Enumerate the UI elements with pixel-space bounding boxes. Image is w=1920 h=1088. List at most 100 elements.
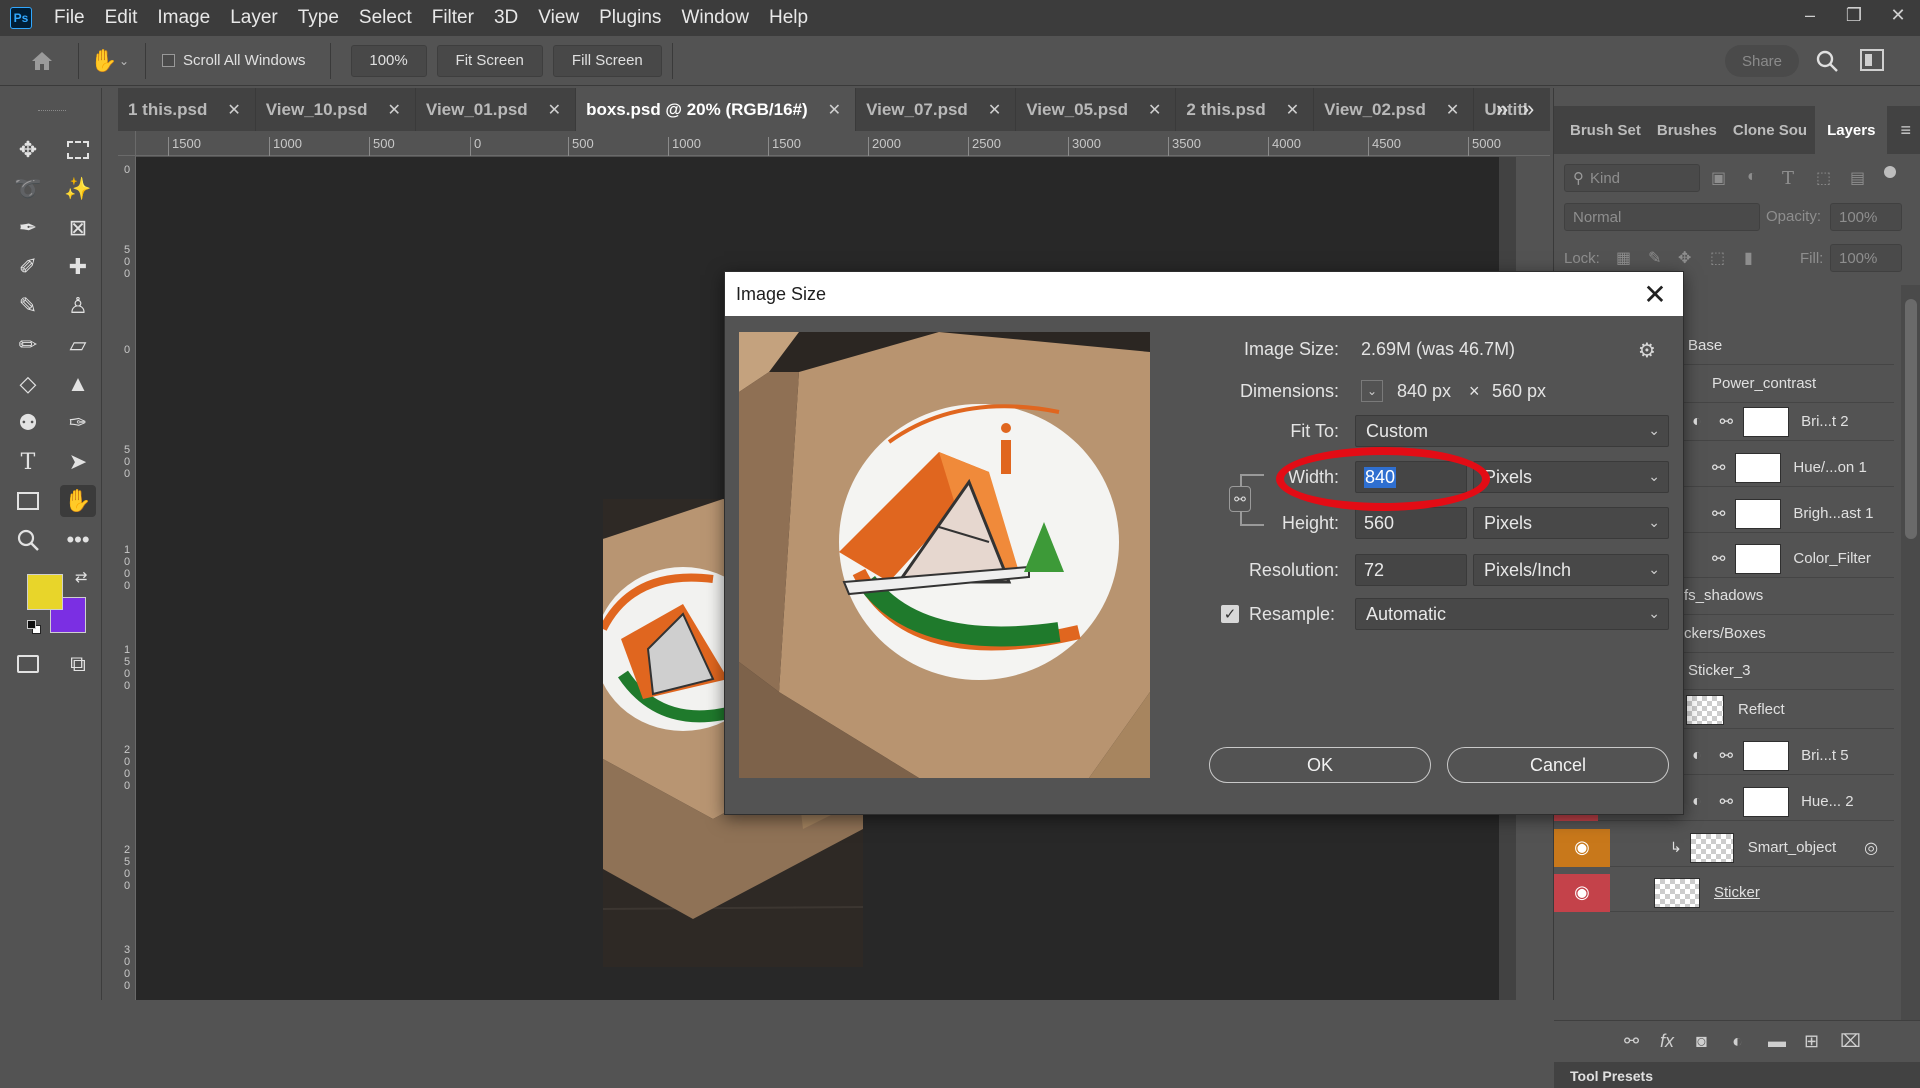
dialog-title-bar[interactable]: Image Size [725,272,1683,316]
image-preview[interactable] [739,332,1150,778]
magic-wand-tool-icon[interactable]: ✨ [60,173,96,205]
menu-plugins[interactable]: Plugins [589,0,671,36]
close-tab-icon[interactable]: ✕ [227,100,240,120]
tab-clone-source[interactable]: Clone Sou [1725,106,1815,154]
close-window-icon[interactable]: ✕ [1876,0,1920,30]
fill-input[interactable]: 100% [1830,244,1902,272]
menu-window[interactable]: Window [671,0,759,36]
more-tabs-icon[interactable]: » [1522,96,1534,122]
resolution-input[interactable]: 72 [1355,554,1467,586]
cancel-button[interactable]: Cancel [1447,747,1669,783]
constrain-proportions-link-icon[interactable]: ⚯ [1229,486,1251,512]
quick-mask-icon[interactable] [10,648,46,680]
blur-tool-icon[interactable]: ▲ [60,368,96,400]
history-brush-tool-icon[interactable]: ✏ [10,329,46,361]
fit-to-select[interactable]: Custom ⌄ [1355,415,1669,447]
tab-brush-set[interactable]: Brush Set [1554,106,1649,154]
filter-toggle-icon[interactable] [1884,166,1896,178]
fx-icon[interactable]: fx [1660,1031,1674,1052]
paint-bucket-tool-icon[interactable]: ◇ [10,368,46,400]
tab-2-this[interactable]: 2 this.psd ✕ [1176,88,1315,131]
height-unit-select[interactable]: Pixels ⌄ [1473,507,1669,539]
lock-artboard-icon[interactable]: ⬚ [1710,248,1725,268]
hand-tool-icon[interactable]: ✋ [89,48,119,74]
delete-layer-icon[interactable]: ⌧ [1840,1031,1861,1052]
tab-view-01[interactable]: View_01.psd ✕ [416,88,577,131]
more-tabs-icon[interactable]: » [1496,96,1508,122]
menu-select[interactable]: Select [349,0,422,36]
lock-image-icon[interactable]: ✎ [1648,248,1661,268]
tab-view-05[interactable]: View_05.psd ✕ [1016,88,1177,131]
blend-mode-select[interactable]: Normal [1564,203,1760,231]
hand-tool-icon[interactable]: ✋ [60,485,96,517]
width-unit-select[interactable]: Pixels ⌄ [1473,461,1669,493]
vertical-ruler[interactable]: 0 500 0 500 1000 1500 2000 2500 3000 [118,156,136,1000]
zoom-100-button[interactable]: 100% [350,44,427,77]
fit-screen-button[interactable]: Fit Screen [436,44,543,77]
zoom-tool-icon[interactable] [10,524,46,556]
close-tab-icon[interactable]: ✕ [1148,100,1161,120]
dimensions-unit-dropdown-icon[interactable]: ⌄ [1361,380,1383,402]
close-tab-icon[interactable]: ✕ [1286,100,1299,120]
lasso-tool-icon[interactable]: ➰ [10,173,46,205]
new-layer-icon[interactable]: ⊞ [1804,1031,1819,1052]
tool-presets-header[interactable]: Tool Presets [1554,1062,1920,1088]
visibility-eye-icon[interactable]: ◉ [1554,828,1610,867]
more-tools-icon[interactable]: ••• [60,524,96,556]
menu-3d[interactable]: 3D [484,0,528,36]
adjustment-layer-icon[interactable]: ◐ [1732,1031,1743,1052]
lock-all-icon[interactable]: ▮ [1744,248,1753,268]
menu-view[interactable]: View [528,0,589,36]
default-colors-icon[interactable] [27,620,41,634]
eyedropper-tool-icon[interactable]: ✐ [10,251,46,283]
tab-view-10[interactable]: View_10.psd ✕ [256,88,416,131]
add-mask-icon[interactable]: ◙ [1696,1031,1707,1052]
panel-menu-icon[interactable]: ≡ [1900,120,1911,141]
close-icon[interactable]: ✕ [1639,278,1671,310]
menu-type[interactable]: Type [288,0,349,36]
foreground-color-swatch[interactable] [27,574,63,610]
layer-filter-select[interactable]: ⚲ Kind [1564,164,1700,192]
close-tab-icon[interactable]: ✕ [1446,100,1459,120]
filter-pixel-icon[interactable]: ▣ [1711,168,1726,188]
filter-shape-icon[interactable]: ⬚ [1816,168,1831,188]
menu-image[interactable]: Image [147,0,220,36]
filter-type-icon[interactable]: T [1782,168,1794,189]
eraser-tool-icon[interactable]: ▱ [60,329,96,361]
layer-row[interactable]: ◉ ↳ Smart_object ◎ [1554,828,1894,867]
tab-1-this[interactable]: 1 this.psd ✕ [118,88,256,131]
menu-file[interactable]: File [44,0,95,36]
tab-layers[interactable]: Layers [1815,106,1888,154]
close-tab-icon[interactable]: ✕ [988,100,1001,120]
workspace-icon[interactable] [1860,49,1884,71]
menu-layer[interactable]: Layer [220,0,288,36]
path-selection-tool-icon[interactable]: ➤ [60,446,96,478]
screen-mode-icon[interactable]: ⧉ [60,648,96,680]
gear-icon[interactable]: ⚙ [1638,338,1656,363]
search-icon[interactable] [1814,48,1840,79]
ok-button[interactable]: OK [1209,747,1431,783]
opacity-input[interactable]: 100% [1830,203,1902,231]
menu-filter[interactable]: Filter [422,0,484,36]
close-tab-icon[interactable]: ✕ [828,100,841,120]
tab-boxs[interactable]: boxs.psd @ 20% (RGB/16#) ✕ [576,88,857,131]
resample-select[interactable]: Automatic ⌄ [1355,598,1669,630]
minimize-icon[interactable]: – [1788,0,1832,30]
tab-view-02[interactable]: View_02.psd ✕ [1314,88,1475,131]
layers-scrollbar[interactable] [1901,285,1920,1020]
resolution-unit-select[interactable]: Pixels/Inch ⌄ [1473,554,1669,586]
lock-transparent-icon[interactable]: ▦ [1616,248,1631,268]
close-tab-icon[interactable]: ✕ [388,100,401,120]
link-layers-icon[interactable]: ⚯ [1624,1031,1639,1052]
fill-screen-button[interactable]: Fill Screen [552,44,662,77]
visibility-eye-icon[interactable]: ◉ [1554,873,1610,912]
brush-tool-icon[interactable]: ✎ [10,290,46,322]
move-tool-icon[interactable]: ✥ [10,134,46,166]
menu-help[interactable]: Help [759,0,818,36]
close-tab-icon[interactable]: ✕ [548,100,561,120]
stamp-tool-icon[interactable]: ♙ [60,290,96,322]
new-group-icon[interactable]: ▬ [1768,1031,1786,1052]
scroll-all-windows-checkbox[interactable] [162,54,175,67]
frame-tool-icon[interactable]: ⊠ [60,212,96,244]
horizontal-ruler[interactable]: 1500 1000 500 0 500 1000 1500 2000 2500 … [136,131,1550,156]
